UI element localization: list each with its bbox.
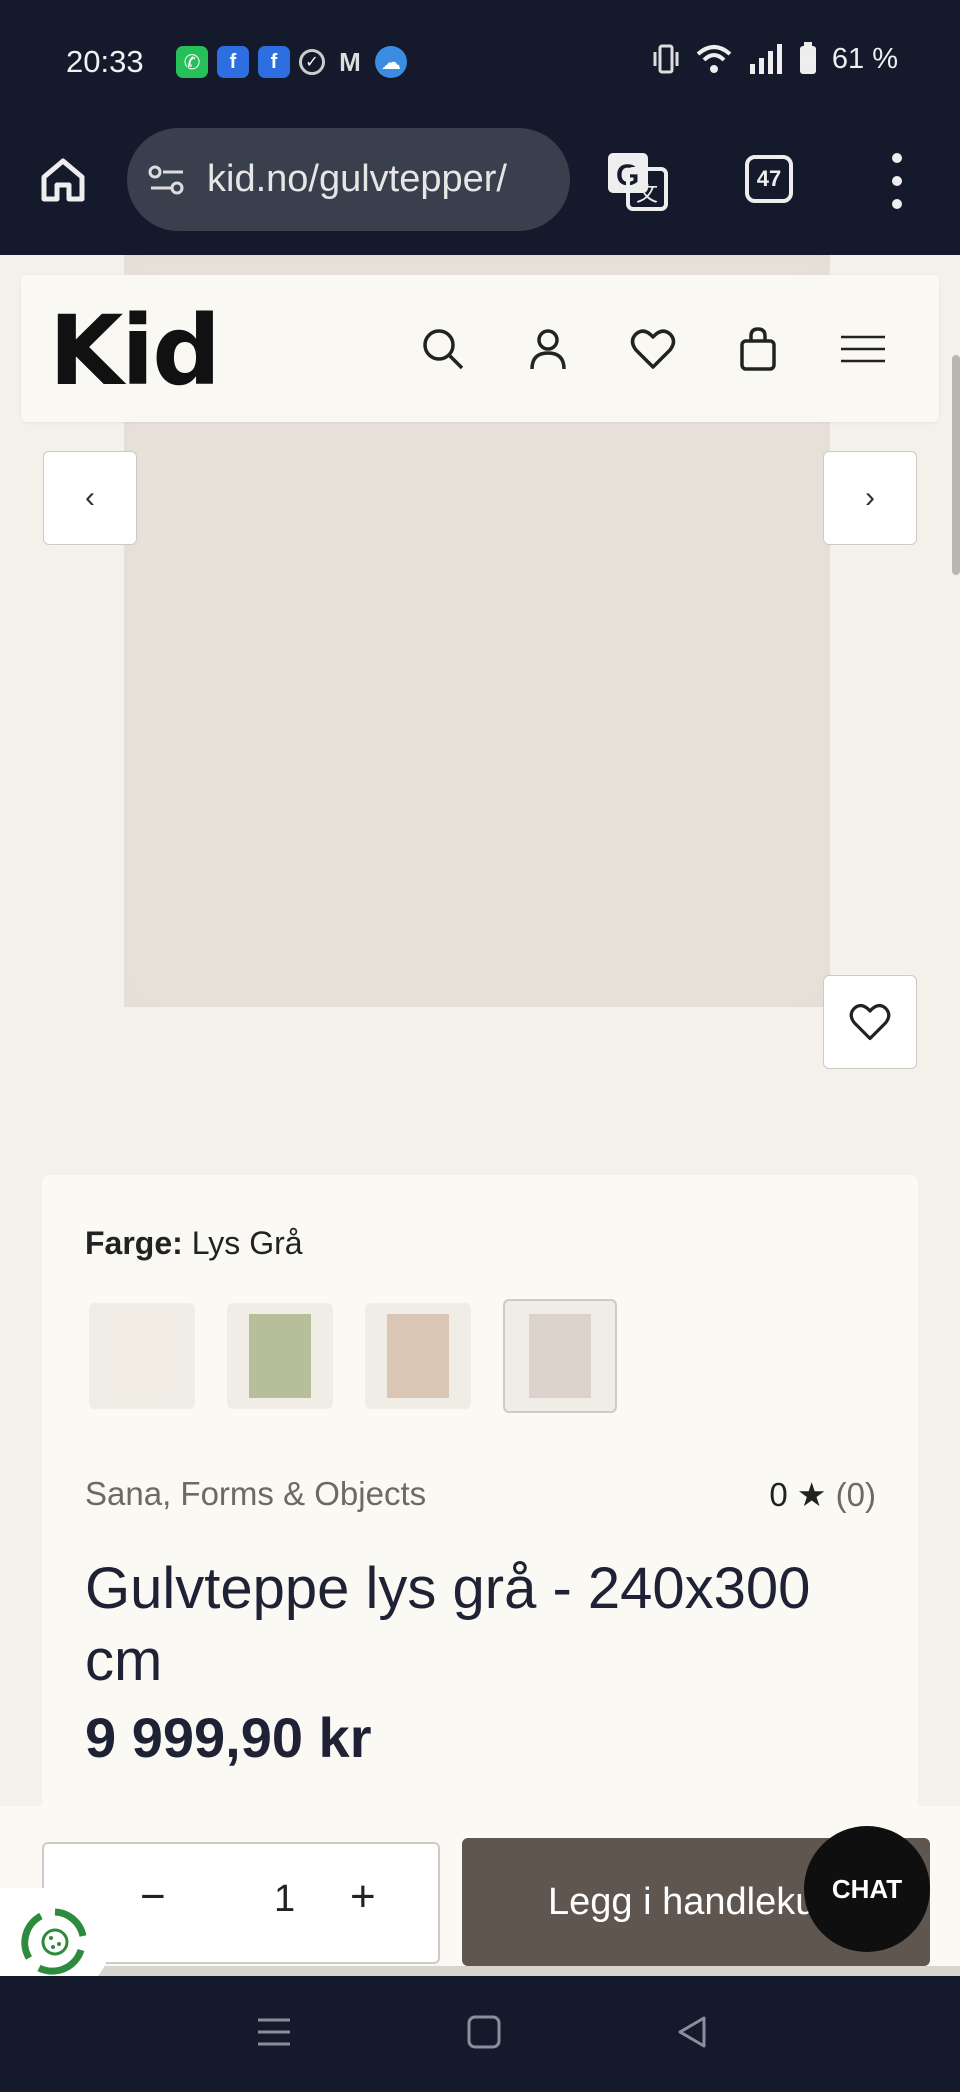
- color-swatch[interactable]: [365, 1303, 471, 1409]
- vibrate-icon: [653, 44, 679, 74]
- search-icon[interactable]: [419, 325, 467, 373]
- gallery-prev-button[interactable]: ‹: [43, 451, 137, 545]
- translate-icon[interactable]: G文: [606, 151, 668, 211]
- rating-value: 0: [769, 1476, 788, 1513]
- home-nav-icon[interactable]: [464, 2012, 504, 2052]
- product-brand[interactable]: Sana, Forms & Objects: [85, 1475, 426, 1513]
- tab-switcher-button[interactable]: 47: [745, 155, 793, 203]
- color-swatch[interactable]: [503, 1299, 617, 1413]
- battery-icon: [799, 42, 816, 74]
- hamburger-menu-icon[interactable]: [839, 325, 887, 373]
- add-to-wishlist-button[interactable]: [823, 975, 917, 1069]
- system-status: 61 %: [652, 42, 898, 76]
- battery-level: 61 %: [831, 42, 898, 75]
- browser-menu-button[interactable]: [888, 153, 906, 209]
- page-bottom-edge: [0, 1966, 960, 1976]
- quantity-value[interactable]: 1: [274, 1878, 295, 1921]
- address-bar[interactable]: kid.no/gulvtepper/: [127, 128, 570, 231]
- chevron-right-icon: ›: [865, 481, 875, 514]
- color-value: Lys Grå: [191, 1225, 303, 1261]
- facebook-icon: f: [258, 46, 290, 78]
- quantity-increase-button[interactable]: +: [350, 1872, 376, 1922]
- recent-apps-icon[interactable]: [254, 2012, 294, 2052]
- facebook-icon: f: [217, 46, 249, 78]
- back-nav-icon[interactable]: [672, 2012, 712, 2052]
- chat-button[interactable]: CHAT: [804, 1826, 930, 1952]
- svg-text:文: 文: [636, 181, 658, 206]
- color-swatches: [89, 1299, 617, 1413]
- chevron-left-icon: ‹: [85, 481, 95, 514]
- scrollbar[interactable]: [952, 355, 960, 575]
- swatch-rug-thumbnail: [111, 1314, 173, 1398]
- wifi-icon: [696, 45, 732, 73]
- site-header: Kid: [21, 275, 939, 422]
- browser-toolbar: kid.no/gulvtepper/ G文 47: [0, 125, 960, 255]
- color-swatch[interactable]: [227, 1303, 333, 1409]
- status-time: 20:33: [66, 44, 144, 79]
- star-icon: ★: [796, 1476, 827, 1513]
- whatsapp-icon: ✆: [176, 46, 208, 78]
- product-rating[interactable]: 0 ★ (0): [769, 1475, 876, 1514]
- heart-icon: [849, 1004, 891, 1041]
- status-bar: 20:33 ✆ f f ✓ M ☁ 61 %: [0, 0, 960, 125]
- check-circle-icon: ✓: [299, 49, 325, 75]
- product-page: Kid ‹ › Farge: Lys Grå Sana, Forms & Obj…: [0, 255, 960, 1975]
- quantity-decrease-button[interactable]: −: [140, 1872, 166, 1922]
- swatch-rug-thumbnail: [249, 1314, 311, 1398]
- signal-icon: [749, 44, 782, 74]
- weather-icon: ☁: [375, 46, 407, 78]
- color-label: Farge:: [85, 1225, 183, 1261]
- notification-icons: ✆ f f ✓ M ☁: [176, 46, 407, 78]
- gmail-icon: M: [339, 46, 361, 77]
- rating-count: (0): [835, 1476, 876, 1513]
- site-settings-icon[interactable]: [147, 162, 187, 198]
- color-swatch[interactable]: [89, 1303, 195, 1409]
- shopping-bag-icon[interactable]: [734, 325, 782, 373]
- product-title: Gulvteppe lys grå - 240x300 cm: [85, 1556, 811, 1693]
- url-text: kid.no/gulvtepper/: [207, 158, 507, 200]
- wishlist-heart-icon[interactable]: [629, 325, 677, 373]
- color-selection-label: Farge: Lys Grå: [85, 1225, 303, 1262]
- gallery-next-button[interactable]: ›: [823, 451, 917, 545]
- system-navigation-bar: [0, 1976, 960, 2092]
- recycle-icon: [21, 1908, 87, 1975]
- site-logo[interactable]: Kid: [49, 295, 221, 407]
- swatch-rug-thumbnail: [387, 1314, 449, 1398]
- home-icon[interactable]: [38, 155, 88, 205]
- product-price: 9 999,90 kr: [85, 1706, 372, 1769]
- swatch-rug-thumbnail: [529, 1314, 591, 1398]
- account-icon[interactable]: [524, 325, 572, 373]
